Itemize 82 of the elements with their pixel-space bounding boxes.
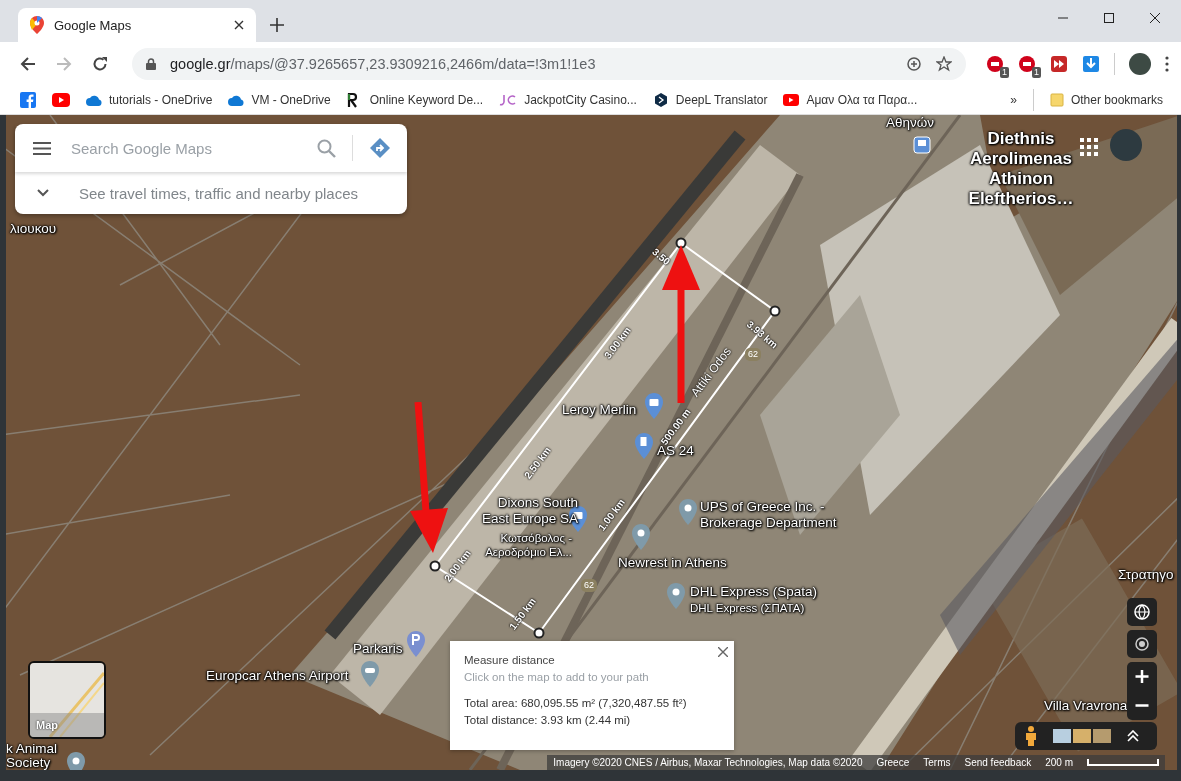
map-place-label[interactable]: UPS of Greece Inc. - Brokerage Department — [700, 499, 850, 531]
feedback-link[interactable]: Send feedback — [964, 757, 1032, 768]
map-place-label[interactable]: DHL Express (ΣΠΑΤΑ) — [690, 601, 805, 615]
star-icon[interactable] — [936, 56, 952, 72]
map-place-label[interactable]: k Animal Society — [6, 742, 68, 770]
map-place-label[interactable]: Newrest in Athens — [618, 555, 727, 571]
extension-badge: 1 — [1000, 67, 1009, 78]
my-location-icon[interactable] — [1127, 630, 1157, 658]
map-place-label: Στρατηγο — [1118, 567, 1174, 583]
cloud-icon — [228, 94, 245, 106]
map-place-label[interactable]: Κωτσόβολος - Αεροδρόμιο Ελ... — [480, 531, 572, 559]
map-place-label[interactable]: Αθηνών — [886, 115, 935, 131]
folder-icon — [1049, 93, 1064, 107]
close-icon[interactable] — [718, 647, 728, 657]
f-logo-icon[interactable] — [20, 92, 36, 108]
close-icon[interactable] — [1149, 12, 1161, 24]
reload-icon[interactable] — [92, 56, 108, 72]
map-place-label: Villa Vravrona — [1044, 698, 1128, 714]
imagery-thumbnails-drawing[interactable] — [1053, 729, 1111, 743]
distance-label: 3.93 km — [744, 318, 780, 351]
map-place-label: λιουκου — [10, 221, 57, 237]
close-icon[interactable] — [234, 20, 244, 30]
directions-icon[interactable] — [369, 137, 391, 159]
fast-forward-icon[interactable] — [1050, 55, 1068, 73]
tab-title: Google Maps — [54, 17, 133, 33]
road-number: 62 — [581, 579, 597, 592]
travel-times-row[interactable]: See travel times, traffic and nearby places — [15, 172, 407, 214]
imagery-credit: Imagery ©2020 CNES / Airbus, Maxar Technologies, Map data ©2020 — [553, 757, 863, 768]
scale-label: 200 m — [1045, 757, 1073, 768]
apps-grid-icon[interactable] — [1080, 138, 1098, 156]
road-number: 62 — [745, 348, 761, 361]
play-logo-icon — [783, 94, 800, 106]
bookmark-item[interactable]: Αμαν Ολα τα Παρα... — [783, 93, 918, 107]
chevron-down-icon — [37, 189, 49, 197]
pegman-icon[interactable] — [1025, 726, 1037, 746]
map-place-label[interactable]: DHL Express (Spata) — [690, 584, 818, 600]
measure-hint: Click on the map to add to your path — [464, 671, 650, 683]
region-link[interactable]: Greece — [876, 757, 910, 768]
measure-point-handle[interactable] — [769, 305, 781, 317]
bookmarks-overflow-button[interactable]: » — [1010, 93, 1017, 107]
globe-icon[interactable] — [1127, 598, 1157, 626]
map-pin-icon — [30, 16, 44, 34]
distance-label: 3.50 — [649, 246, 673, 268]
back-arrow-icon[interactable] — [20, 56, 36, 72]
maximize-icon[interactable] — [1103, 12, 1115, 24]
other-bookmarks-folder[interactable]: Other bookmarks — [1049, 93, 1163, 107]
scale-bar-icon — [1087, 759, 1159, 766]
bookmark-item[interactable]: tutorials - OneDrive — [86, 93, 213, 107]
menu-icon[interactable] — [33, 141, 51, 155]
measure-point-handle[interactable] — [675, 237, 687, 249]
stop-sign-icon[interactable] — [986, 55, 1004, 73]
bookmark-item[interactable]: DeepL Translator — [652, 92, 768, 108]
bookmark-item[interactable]: JackpotCity Casino... — [499, 93, 637, 107]
hexagon-logo-icon — [652, 92, 669, 108]
lock-icon — [146, 58, 156, 70]
jc-logo-icon — [499, 94, 518, 106]
search-icon[interactable] — [317, 138, 336, 158]
new-tab-icon[interactable] — [270, 18, 284, 32]
url-text: google.gr/maps/@37.9265657,23.9309216,2466m/data=!3m1!1e3 — [170, 56, 596, 72]
profile-avatar[interactable] — [1129, 53, 1151, 75]
cloud-icon — [86, 94, 102, 106]
parking-pin-icon[interactable] — [406, 631, 426, 657]
bookmark-item[interactable]: Online Keyword De... — [346, 92, 484, 108]
measure-title: Measure distance — [464, 654, 556, 666]
double-chevron-up-icon[interactable] — [1127, 730, 1139, 742]
map-place-label[interactable]: Europcar Athens Airport — [206, 668, 349, 684]
extension-badge: 1 — [1032, 67, 1041, 78]
measure-point-handle[interactable] — [533, 627, 545, 639]
total-area-text: Total area: 680,095.55 m² (7,320,487.55 ft²) — [464, 697, 688, 709]
total-distance-text: Total distance: 3.93 km (2.44 mi) — [464, 714, 632, 726]
search-field[interactable]: Search Google Maps — [69, 138, 301, 158]
menu-icon[interactable] — [1165, 56, 1169, 72]
travel-times-text: See travel times, traffic and nearby places — [79, 184, 359, 202]
measure-point-handle[interactable] — [429, 560, 441, 572]
map-toggle-label: Map — [36, 719, 58, 731]
address-bar[interactable]: google.gr/maps/@37.9265657,23.9309216,2466m/data=!3m1!1e3 — [132, 48, 966, 80]
download-icon[interactable] — [1082, 55, 1100, 73]
terms-link[interactable]: Terms — [923, 757, 951, 768]
add-circle-icon[interactable] — [906, 56, 922, 72]
bookmark-item[interactable]: VM - OneDrive — [228, 93, 331, 107]
play-logo-icon[interactable] — [52, 93, 70, 107]
browser-tab[interactable]: Google Maps — [18, 8, 256, 42]
